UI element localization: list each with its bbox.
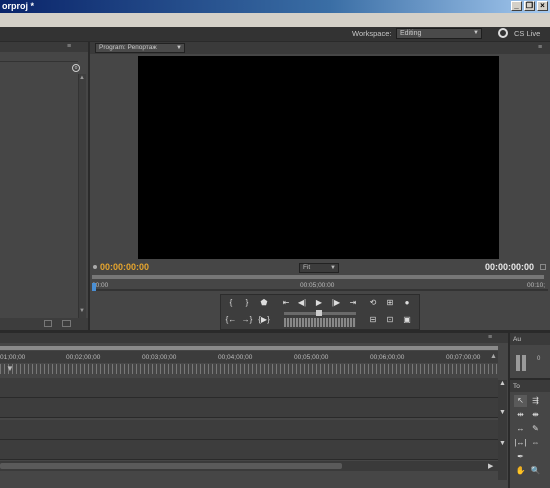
timeline-time-label: 00;05;00;00	[294, 354, 329, 361]
rate-stretch-tool-icon[interactable]: ↔	[514, 423, 527, 435]
step-forward-icon[interactable]: |▶	[329, 297, 343, 309]
program-duration-timecode: 00:00:00:00	[485, 262, 535, 272]
timeline-header	[0, 333, 508, 343]
lift-icon[interactable]: ⊟	[366, 314, 380, 326]
audio-meter-right	[522, 355, 526, 371]
panel-menu-icon[interactable]: ≡	[488, 334, 497, 341]
workspace-label: Workspace:	[352, 29, 392, 38]
timeline-track[interactable]	[0, 378, 498, 398]
search-icon[interactable]: o	[72, 64, 80, 72]
extract-icon[interactable]: ⊡	[383, 314, 397, 326]
slip-tool-icon[interactable]: |↔|	[514, 437, 527, 449]
add-marker-icon[interactable]: ⬟	[257, 297, 271, 309]
audio-scale-label: 0	[537, 356, 541, 362]
fit-selected: Fit	[303, 264, 311, 271]
shuttle-handle[interactable]	[316, 310, 322, 316]
timeline-playhead-icon[interactable]: ▼	[6, 364, 14, 374]
ripple-edit-tool-icon[interactable]: ⇹	[514, 409, 527, 421]
cs-live-icon[interactable]	[498, 28, 508, 38]
menu-bar	[0, 13, 550, 27]
ruler-label: 00:05;00:00	[300, 282, 335, 289]
timeline-scroll-thumb[interactable]	[0, 463, 342, 469]
panel-menu-icon[interactable]: ≡	[538, 44, 547, 51]
scroll-up-icon[interactable]: ▲	[499, 380, 506, 387]
selection-tool-icon[interactable]: ↖	[514, 395, 527, 407]
timeline-track[interactable]	[0, 440, 498, 460]
timeline-time-label: 00;06;00;00	[370, 354, 405, 361]
pen-tool-icon[interactable]: ✒	[514, 451, 527, 463]
minimize-button[interactable]: _	[511, 1, 522, 11]
project-scrollbar[interactable]	[78, 74, 86, 318]
zoom-tool-icon[interactable]: 🔍	[529, 465, 542, 477]
play-in-to-out-icon[interactable]: {▶}	[257, 314, 271, 326]
timeline-ticks	[0, 364, 498, 374]
playhead-icon[interactable]	[92, 283, 96, 291]
mark-out-icon[interactable]: }	[240, 297, 254, 309]
scroll-down-icon[interactable]: ▼	[499, 409, 506, 416]
jog-wheel[interactable]	[284, 318, 356, 327]
project-panel	[0, 42, 88, 330]
go-to-next-edit-icon[interactable]: →}	[240, 314, 254, 326]
window-title: orproj *	[2, 1, 35, 11]
ruler-label: 00:10;	[527, 282, 546, 289]
scroll-down-icon[interactable]: ▼	[499, 440, 506, 447]
tab-audio-meters[interactable]: Au	[513, 336, 521, 343]
timeline-time-label: 00;07;00;00	[446, 354, 481, 361]
timeline-time-label: 01;00;00	[0, 354, 26, 361]
program-zoom-bar[interactable]	[92, 289, 548, 291]
go-to-prev-edit-icon[interactable]: {←	[224, 314, 238, 326]
timeline-track[interactable]	[0, 398, 498, 418]
new-item-icon[interactable]	[62, 320, 71, 327]
window-titlebar	[0, 0, 550, 13]
restore-button[interactable]: ❐	[524, 1, 535, 11]
timeline-time-label: 00;04;00;00	[218, 354, 253, 361]
panel-menu-icon[interactable]: ≡	[67, 43, 76, 50]
timeline-vertical-scrollbar[interactable]	[498, 380, 507, 480]
play-icon[interactable]: ▶	[312, 297, 326, 309]
tab-tools[interactable]: To	[513, 383, 520, 390]
hand-tool-icon[interactable]: ✋	[514, 465, 527, 477]
mark-in-icon[interactable]: {	[224, 297, 238, 309]
tab-program-label: Program: Репортаж	[99, 44, 157, 51]
close-button[interactable]: ×	[537, 1, 548, 11]
timecode-marker-icon	[93, 265, 97, 269]
scroll-up-icon[interactable]: ▲	[490, 353, 498, 361]
timeline-time-label: 00;02;00;00	[66, 354, 101, 361]
timeline-zoom-bar[interactable]	[0, 346, 498, 350]
new-bin-icon[interactable]	[44, 320, 52, 327]
loop-icon[interactable]: ⟲	[366, 297, 380, 309]
program-video-frame	[138, 56, 499, 259]
chevron-down-icon: ▼	[330, 265, 336, 271]
fit-dropdown[interactable]: Fit ▼	[299, 263, 339, 273]
audio-meter-left	[516, 355, 520, 371]
step-back-icon[interactable]: ◀|	[295, 297, 309, 309]
go-to-out-icon[interactable]: ⇥	[346, 297, 360, 309]
divider	[0, 61, 78, 62]
tab-program-monitor[interactable]: Program: Репортаж ▼	[95, 43, 185, 53]
scroll-right-icon[interactable]: ▶	[488, 462, 493, 470]
scroll-down-icon[interactable]: ▼	[79, 308, 85, 314]
workspace-selected: Editing	[400, 30, 422, 37]
timeline-time-label: 00;03;00;00	[142, 354, 177, 361]
cs-live-label[interactable]: CS Live	[514, 29, 540, 38]
scroll-up-icon[interactable]: ▲	[79, 75, 85, 81]
workspace-dropdown[interactable]: Editing ▼	[396, 28, 482, 39]
chevron-down-icon: ▼	[473, 30, 479, 36]
go-to-in-icon[interactable]: ⇤	[279, 297, 293, 309]
chevron-down-icon[interactable]: ▼	[176, 44, 182, 52]
timeline-track[interactable]	[0, 420, 498, 440]
export-frame-icon[interactable]: ▣	[400, 314, 414, 326]
program-current-timecode[interactable]: 00:00:00:00	[100, 262, 149, 272]
rolling-edit-tool-icon[interactable]: ⇼	[529, 409, 542, 421]
safe-margins-icon[interactable]: ⊞	[383, 297, 397, 309]
program-time-ruler[interactable]	[92, 275, 544, 279]
output-icon[interactable]: ●	[400, 297, 414, 309]
track-select-tool-icon[interactable]: ⇶	[529, 395, 542, 407]
razor-tool-icon[interactable]: ✎	[529, 423, 542, 435]
slide-tool-icon[interactable]: ⇔	[529, 437, 542, 449]
settings-icon[interactable]	[540, 264, 546, 270]
